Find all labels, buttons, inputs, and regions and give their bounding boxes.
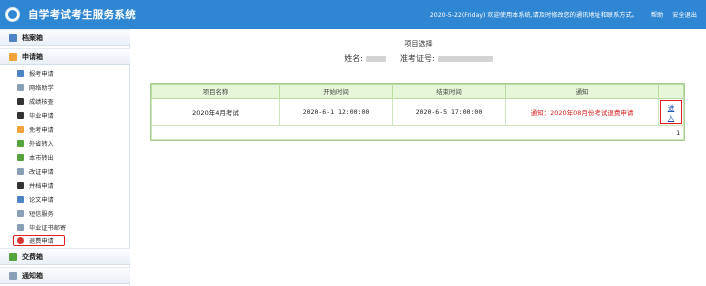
logo-icon [5,7,20,22]
sidebar-item-label: 退费申请 [29,238,54,245]
page-title: 项目选择 [404,40,433,48]
notice-text: 通知：2020年08月份考试退费申请 [505,98,659,126]
sms-icon [17,210,24,217]
grade-icon [17,98,24,105]
sidebar-item-label: 改证申请 [29,169,54,176]
sidebar-item-graduation[interactable]: 毕业申请 [17,110,54,121]
paper-icon [17,196,24,203]
sidebar-item-grade-check[interactable]: 成绩核查 [17,96,54,107]
sidebar-item-label: 网络助学 [29,85,54,92]
sidebar-item-label: 外省转入 [29,141,54,148]
column-header: 开始时间 [279,84,393,99]
sidebar-item-transfer-out[interactable]: 本市转出 [17,152,54,163]
section-label: 申请箱 [22,52,43,61]
project-table: 项目名称 开始时间 结束时间 通知 2020年4月考试 2020-6-1 12:… [150,83,685,141]
sidebar-item-label: 报考申请 [29,71,54,78]
end-time: 2020-6-5 17:00:00 [392,98,506,126]
sidebar-item-label: 成绩核查 [29,99,54,106]
notification-icon [9,271,17,280]
network-icon [17,84,24,91]
enter-button[interactable]: 进入 [660,100,682,124]
section-application[interactable]: 申请箱 [0,48,130,65]
sidebar-item-label: 免考申请 [29,127,54,134]
logout-link[interactable]: 安全退出 [672,10,697,19]
sidebar-item-refund[interactable]: 退费申请 [13,235,65,246]
column-header: 通知 [505,84,659,99]
edit-id-icon [17,168,24,175]
pencil-icon [17,126,24,133]
header-links: 2020-5-22(Friday) 欢迎使用本系统,请及时修改您的通讯地址和联系… [430,10,697,19]
sidebar-item-merge-archive[interactable]: 并档申请 [17,180,54,191]
sidebar-item-certificate-mail[interactable]: 毕业证书邮寄 [17,222,66,233]
user-info: 姓名: 准考证号: [131,53,706,64]
section-label: 通知箱 [22,271,43,280]
name-label: 姓名: [344,54,363,63]
sidebar-item-label: 短信服务 [29,211,54,218]
section-archive[interactable]: 档案箱 [0,29,130,46]
start-time: 2020-6-1 12:00:00 [279,98,393,126]
sidebar-item-label: 并档申请 [29,183,54,190]
sidebar-item-id-change[interactable]: 改证申请 [17,166,54,177]
section-notification[interactable]: 通知箱 [0,267,130,284]
document-icon [17,70,24,77]
table-row: 2020年4月考试 2020-6-1 12:00:00 2020-6-5 17:… [151,98,684,126]
column-header: 结束时间 [392,84,506,99]
action-cell: 进入 [658,98,684,126]
sidebar-item-transfer-in[interactable]: 外省转入 [17,138,54,149]
mail-icon [17,224,24,231]
section-label: 档案箱 [22,33,43,42]
pagination-row: 1 [151,125,684,140]
sidebar: 档案箱 申请箱 报考申请 网络助学 成绩核查 毕业申请 免考申请 外省转入 本市… [0,29,130,286]
sidebar-item-label: 毕业申请 [29,113,54,120]
help-link[interactable]: 帮助 [651,10,663,19]
archive-icon [9,33,17,42]
refund-icon [17,237,24,244]
redacted-exam-number [437,55,493,62]
exam-number-label: 准考证号: [400,54,435,63]
sidebar-item-thesis[interactable]: 论文申请 [17,194,54,205]
section-payment[interactable]: 交费箱 [0,248,130,265]
sidebar-item-online-study[interactable]: 网络助学 [17,82,54,93]
sidebar-item-exemption[interactable]: 免考申请 [17,124,54,135]
application-box-icon [9,52,17,61]
main-content: 项目选择 姓名: 准考证号: 项目名称 开始时间 结束时间 通知 2020年4月… [131,29,706,286]
transfer-out-icon [17,154,24,161]
transfer-in-icon [17,140,24,147]
merge-icon [17,182,24,189]
top-header: 自学考试考生服务系统 2020-5-22(Friday) 欢迎使用本系统,请及时… [0,0,706,29]
sidebar-item-label: 论文申请 [29,197,54,204]
sidebar-item-exam-apply[interactable]: 报考申请 [17,68,54,79]
sidebar-item-label: 毕业证书邮寄 [29,225,67,232]
project-name: 2020年4月考试 [151,98,280,126]
welcome-notice: 2020-5-22(Friday) 欢迎使用本系统,请及时修改您的通讯地址和联系… [429,12,638,19]
brand: 自学考试考生服务系统 [5,6,136,23]
section-label: 交费箱 [22,252,43,261]
app-title: 自学考试考生服务系统 [28,9,136,21]
graduation-cap-icon [17,112,24,119]
column-header: 项目名称 [151,84,280,99]
redacted-name [366,55,386,62]
payment-icon [9,252,17,261]
column-header [658,84,684,99]
page-number[interactable]: 1 [151,125,684,140]
sidebar-item-label: 本市转出 [29,155,54,162]
sidebar-item-sms[interactable]: 短信服务 [17,208,54,219]
